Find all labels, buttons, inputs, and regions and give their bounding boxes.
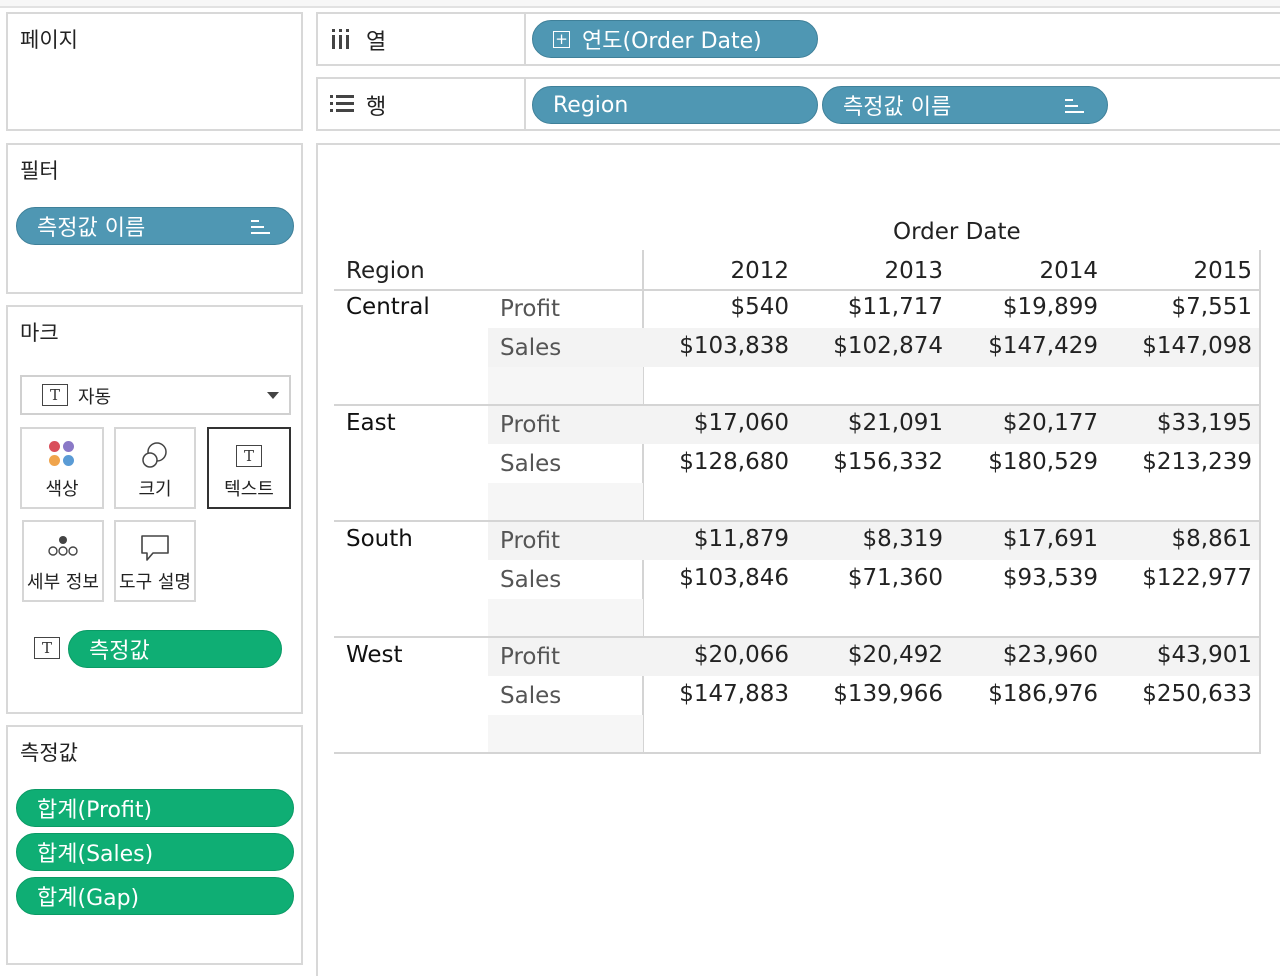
chevron-down-icon <box>267 392 279 399</box>
rows-shelf-label: 행 <box>318 79 526 129</box>
text-pill-label: 측정값 <box>89 639 150 664</box>
text-button[interactable]: T 텍스트 <box>207 427 291 509</box>
size-icon <box>142 442 167 468</box>
text-pill-measure-values[interactable]: 측정값 <box>68 630 282 668</box>
color-icon <box>49 441 75 467</box>
rows-pill-label: 측정값 이름 <box>843 95 952 120</box>
expand-icon: + <box>553 30 570 48</box>
text-icon: T <box>236 445 262 467</box>
filter-pill-measure-names[interactable]: 측정값 이름 <box>16 207 294 245</box>
detail-icon <box>48 536 78 556</box>
filter-pill-label: 측정값 이름 <box>37 216 146 241</box>
rows-shelf[interactable]: 행 Region 측정값 이름 <box>316 77 1280 131</box>
size-button[interactable]: 크기 <box>114 427 196 509</box>
filters-title: 필터 <box>20 159 59 183</box>
text-encoding-icon: T <box>34 637 60 659</box>
color-button[interactable]: 색상 <box>20 427 104 509</box>
pages-panel[interactable]: 페이지 <box>6 12 303 131</box>
columns-label: 열 <box>366 30 387 55</box>
columns-pill-order-date[interactable]: + 연도(Order Date) <box>532 20 818 58</box>
rows-pill-label: Region <box>553 92 629 118</box>
measure-pill-label: 합계(Gap) <box>37 886 140 911</box>
measure-pill-profit[interactable]: 합계(Profit) <box>16 789 294 827</box>
columns-shelf[interactable]: 열 + 연도(Order Date) <box>316 12 1280 66</box>
text-mark-icon: T <box>42 384 68 406</box>
measure-pill-gap[interactable]: 합계(Gap) <box>16 877 294 915</box>
color-label: 색상 <box>45 479 79 500</box>
rows-pill-region[interactable]: Region <box>532 86 818 124</box>
measure-values-panel[interactable]: 측정값 합계(Profit) 합계(Sales) 합계(Gap) <box>6 725 303 965</box>
tooltip-icon <box>141 535 169 561</box>
columns-shelf-label: 열 <box>318 14 526 64</box>
measure-pill-sales[interactable]: 합계(Sales) <box>16 833 294 871</box>
measure-values-title: 측정값 <box>20 741 78 765</box>
pages-title: 페이지 <box>20 28 78 52</box>
measure-pill-label: 합계(Profit) <box>37 798 153 823</box>
columns-pill-label: 연도(Order Date) <box>582 29 762 54</box>
rows-icon <box>330 95 354 112</box>
toolbar-strip <box>0 0 1280 8</box>
text-label: 텍스트 <box>224 479 274 500</box>
size-label: 크기 <box>138 479 172 500</box>
mark-type-dropdown[interactable]: T 자동 <box>20 375 291 415</box>
sort-icon <box>1065 97 1085 115</box>
marks-title: 마크 <box>20 321 59 345</box>
measure-pill-label: 합계(Sales) <box>37 842 154 867</box>
filters-panel[interactable]: 필터 측정값 이름 <box>6 143 303 294</box>
detail-label: 세부 정보 <box>27 572 99 593</box>
rows-label: 행 <box>366 95 387 120</box>
columns-icon <box>332 29 349 49</box>
tooltip-label: 도구 설명 <box>119 572 191 593</box>
sort-icon <box>251 218 271 236</box>
rows-pill-measure-names[interactable]: 측정값 이름 <box>822 86 1108 124</box>
tooltip-button[interactable]: 도구 설명 <box>114 520 196 602</box>
mark-type-label: 자동 <box>78 387 112 408</box>
detail-button[interactable]: 세부 정보 <box>22 520 104 602</box>
view-canvas <box>316 143 1280 976</box>
marks-panel[interactable]: 마크 T 자동 색상 크기 T 텍스트 세부 정보 도구 설명 T 측정값 <box>6 305 303 714</box>
